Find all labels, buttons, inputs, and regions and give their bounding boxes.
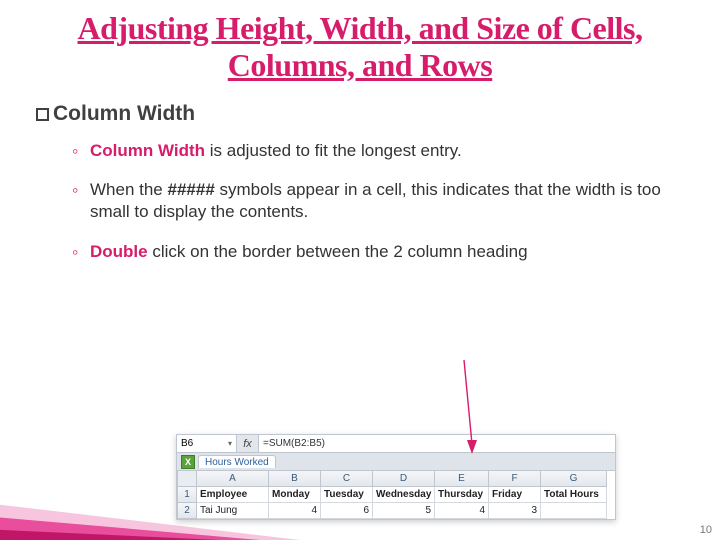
cell[interactable]: 6 xyxy=(321,503,373,519)
col-header[interactable]: G xyxy=(541,471,607,487)
bullet-item: Double click on the border between the 2… xyxy=(72,241,720,263)
sheet-tab[interactable]: Hours Worked xyxy=(198,455,276,468)
section-heading-text: Column Width xyxy=(53,102,195,125)
col-header[interactable]: B xyxy=(269,471,321,487)
cell[interactable]: Friday xyxy=(489,487,541,503)
bullet-rest: click on the border between the 2 column… xyxy=(148,242,528,261)
bullet-rest: is adjusted to fit the longest entry. xyxy=(205,141,462,160)
bullet-item: Column Width is adjusted to fit the long… xyxy=(72,140,720,162)
select-all-corner[interactable] xyxy=(177,471,197,487)
cell[interactable]: Tai Jung xyxy=(197,503,269,519)
cell[interactable]: Wednesday xyxy=(373,487,435,503)
cell[interactable] xyxy=(541,503,607,519)
cell[interactable]: Total Hours xyxy=(541,487,607,503)
row-header[interactable]: 2 xyxy=(177,503,197,519)
arrow-icon xyxy=(456,358,480,454)
name-box[interactable]: B6 ▾ xyxy=(177,435,237,452)
cell[interactable]: 4 xyxy=(435,503,489,519)
fx-button[interactable]: fx xyxy=(237,435,259,452)
cell[interactable]: 5 xyxy=(373,503,435,519)
name-box-value: B6 xyxy=(181,438,193,449)
col-header[interactable]: A xyxy=(197,471,269,487)
cell[interactable]: Employee xyxy=(197,487,269,503)
bullet-strong: Double xyxy=(90,242,148,261)
chevron-down-icon: ▾ xyxy=(228,439,232,448)
square-bullet-icon xyxy=(36,108,49,121)
cell[interactable]: Tuesday xyxy=(321,487,373,503)
col-header[interactable]: F xyxy=(489,471,541,487)
cell[interactable]: 4 xyxy=(269,503,321,519)
cell[interactable]: Thursday xyxy=(435,487,489,503)
bullet-list: Column Width is adjusted to fit the long… xyxy=(72,140,720,263)
cell[interactable]: Monday xyxy=(269,487,321,503)
col-header[interactable]: D xyxy=(373,471,435,487)
formula-bar: B6 ▾ fx =SUM(B2:B5) xyxy=(177,435,615,453)
row-header[interactable]: 1 xyxy=(177,487,197,503)
bullet-strong: Column Width xyxy=(90,141,205,160)
excel-screenshot: B6 ▾ fx =SUM(B2:B5) X Hours Worked A B C… xyxy=(176,434,616,520)
col-header[interactable]: C xyxy=(321,471,373,487)
col-header[interactable]: E xyxy=(435,471,489,487)
cell[interactable]: 3 xyxy=(489,503,541,519)
excel-icon: X xyxy=(181,455,195,469)
section-heading: Column Width xyxy=(36,102,720,126)
bullet-item: When the ##### symbols appear in a cell,… xyxy=(72,179,720,223)
formula-input[interactable]: =SUM(B2:B5) xyxy=(259,435,615,452)
page-number: 10 xyxy=(700,524,712,536)
sheet-tab-row: X Hours Worked xyxy=(177,453,615,471)
slide-title: Adjusting Height, Width, and Size of Cel… xyxy=(0,0,720,84)
bullet-strong: ##### xyxy=(168,180,215,199)
spreadsheet-grid: A B C D E F G 1 Employee Monday Tuesday … xyxy=(177,471,615,519)
bullet-pre: When the xyxy=(90,180,168,199)
